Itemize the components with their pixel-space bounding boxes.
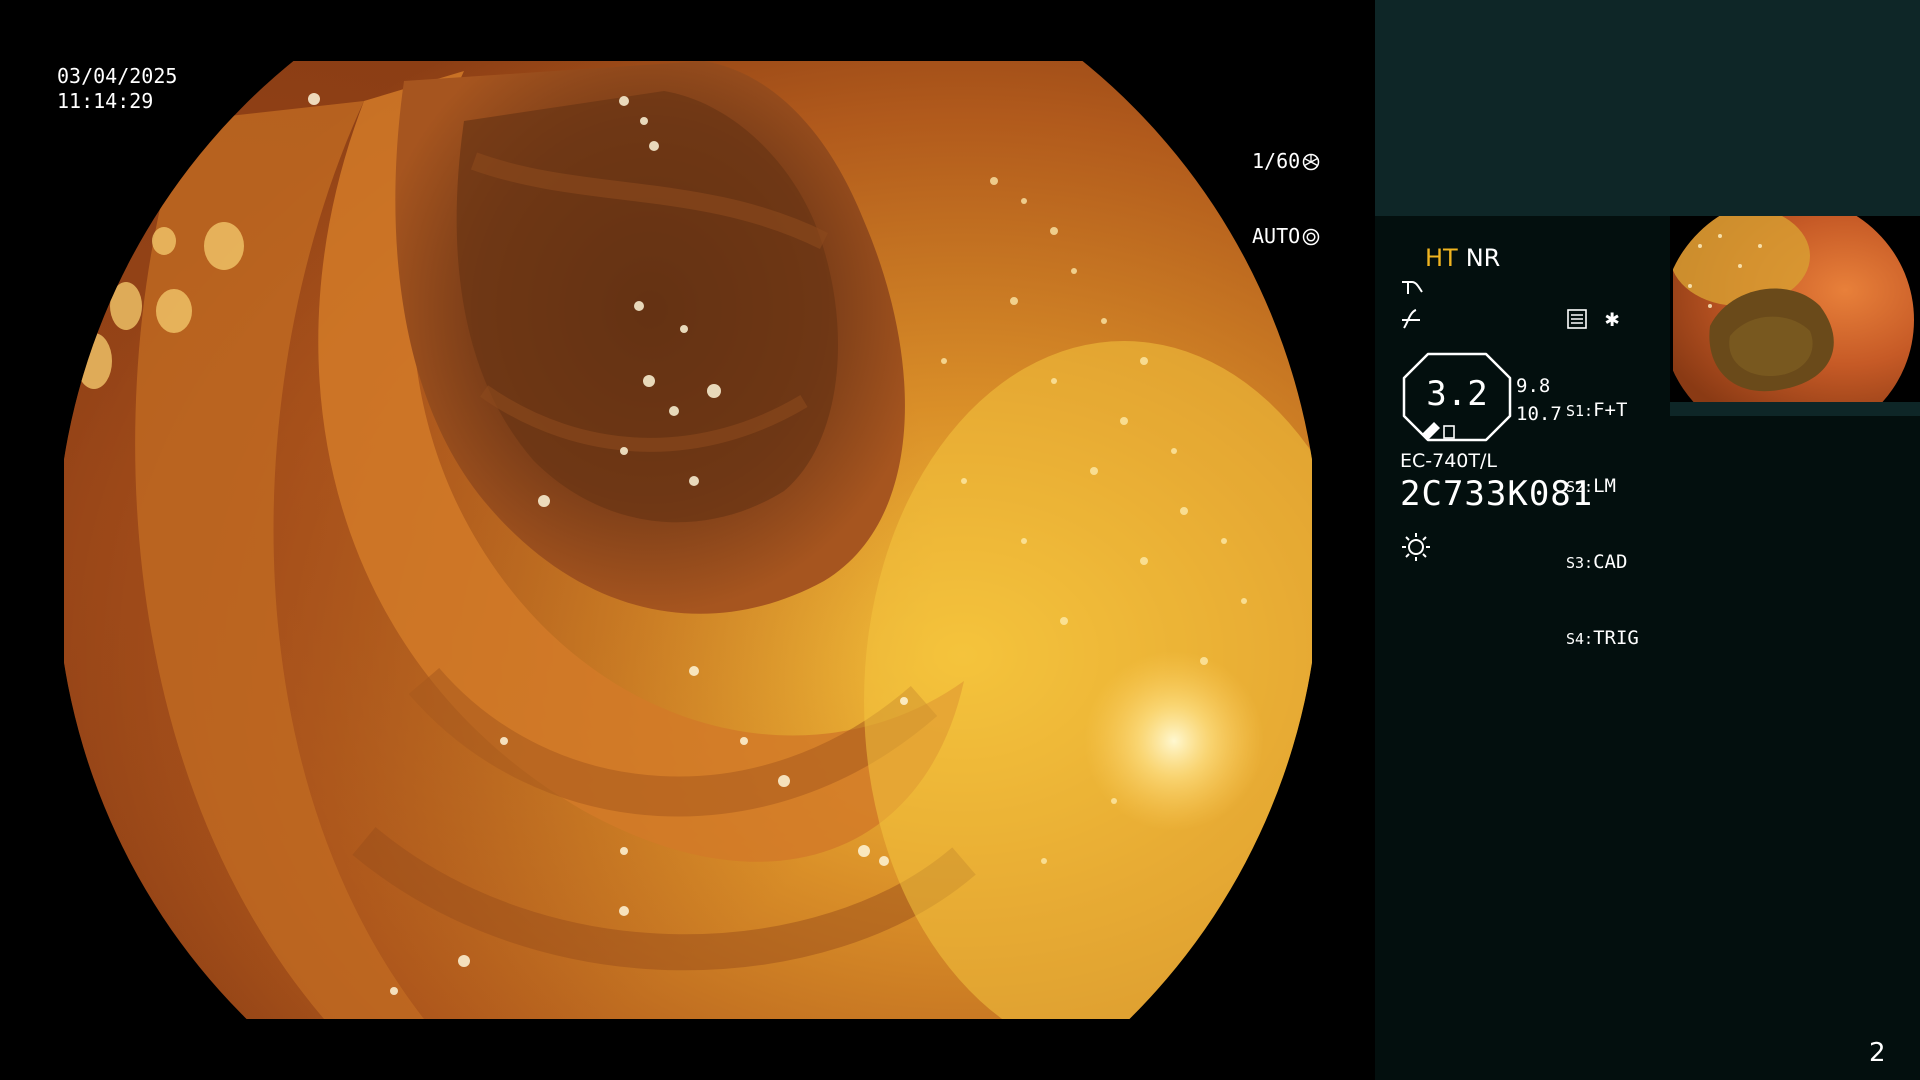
menu-icon [1567, 309, 1587, 329]
gauge-side-bottom: 10.7 [1516, 403, 1562, 425]
page-number: 2 [1869, 1038, 1886, 1068]
ht-indicator: HT [1425, 244, 1458, 272]
shutter-icon [1302, 153, 1320, 170]
date-text: 03/04/2025 [57, 64, 178, 88]
auto-exposure-icon [1302, 228, 1320, 245]
asterisk-indicator: ✱ [1605, 304, 1620, 332]
exposure-overlay: 1/60 AUTO [1252, 99, 1320, 299]
scene-list: S1:F+T S2:LM S3:CAD S4:TRIG [1566, 348, 1639, 702]
gauge-side-top: 9.8 [1516, 375, 1551, 397]
datetime-overlay: 03/04/2025 11:14:29 [57, 64, 177, 114]
scene-item: S4:TRIG [1566, 627, 1639, 649]
mode-indicators: HT NR [1425, 244, 1500, 272]
enhance-icon [1402, 309, 1420, 329]
time-text: 11:14:29 [57, 89, 154, 113]
endoscopy-screen: 03/04/2025 11:14:29 1/60 AUTO HT NR ✱ 3.… [0, 0, 1920, 1080]
endoscope-live-image [64, 61, 1312, 1019]
panel-header-block [1375, 0, 1920, 216]
mucosa-image [64, 61, 1312, 1019]
brightness-icon [1402, 533, 1430, 561]
gauge-side-values: 9.8 10.7 [1516, 372, 1562, 428]
curve-icon [1402, 281, 1423, 294]
shutter-speed-text: 1/60 [1252, 149, 1301, 173]
scope-model: EC-740T/L [1400, 450, 1497, 472]
scene-item: S1:F+T [1566, 399, 1628, 421]
gauge-value: 3.2 [1426, 374, 1488, 414]
scope-serial: 2C733K081 [1400, 474, 1594, 514]
nr-indicator: NR [1465, 244, 1501, 272]
scene-item: S3:CAD [1566, 551, 1628, 573]
exposure-mode-text: AUTO [1252, 224, 1301, 248]
thumbnail-status-bar [1670, 402, 1920, 416]
info-panel: HT NR ✱ 3.2 9.8 10.7 S1:F+T S2:LM S3:CAD S… [1375, 0, 1920, 1080]
thumbnail-image[interactable] [1670, 216, 1920, 402]
